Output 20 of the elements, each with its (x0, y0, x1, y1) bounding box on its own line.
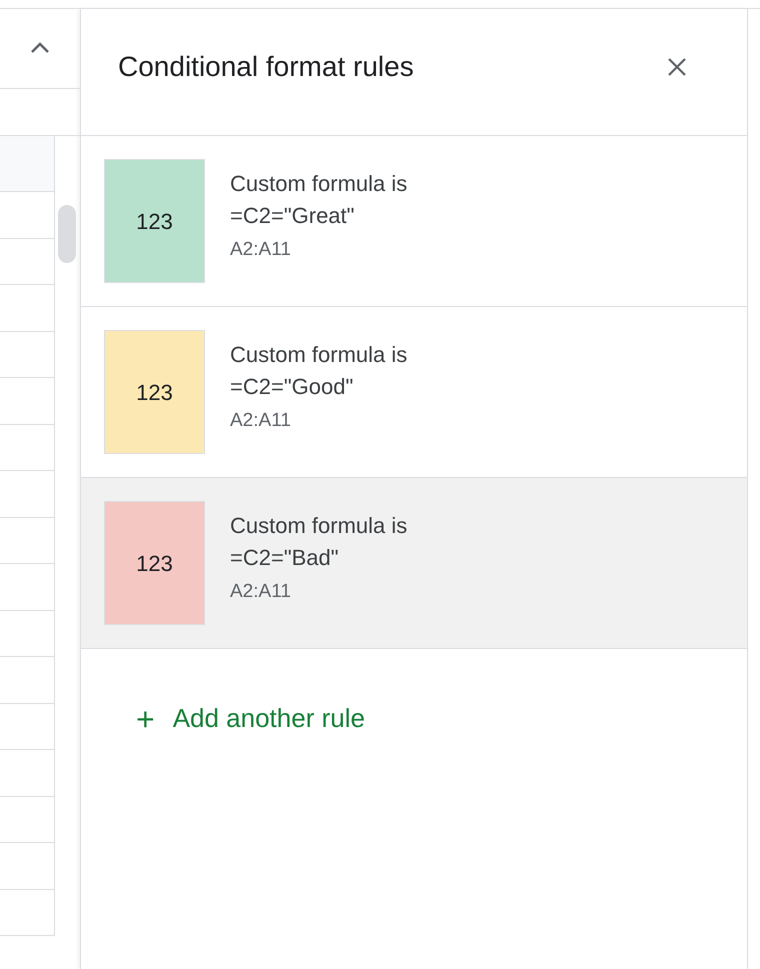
rule-condition: Custom formula is (230, 512, 408, 540)
add-rule-button[interactable]: + Add another rule (136, 699, 365, 738)
rule-range: A2:A11 (230, 409, 292, 433)
close-icon[interactable] (667, 57, 687, 77)
rule-condition: Custom formula is (230, 170, 408, 198)
rule-item[interactable]: 123 Custom formula is =C2="Good" A2:A11 (81, 307, 747, 478)
scrollbar-thumb[interactable] (58, 205, 76, 263)
rule-formula: =C2="Bad" (230, 544, 340, 572)
format-preview: 123 (104, 501, 205, 625)
panel-title: Conditional format rules (118, 50, 414, 84)
rule-formula: =C2="Great" (230, 202, 356, 230)
rule-range: A2:A11 (230, 238, 292, 262)
rule-condition: Custom formula is (230, 341, 408, 369)
plus-icon: + (136, 702, 155, 734)
rule-range: A2:A11 (230, 580, 292, 604)
rule-formula: =C2="Good" (230, 373, 354, 401)
rule-item[interactable]: 123 Custom formula is =C2="Bad" A2:A11 (81, 478, 747, 649)
format-preview: 123 (104, 159, 205, 283)
format-preview: 123 (104, 330, 205, 454)
rule-item[interactable]: 123 Custom formula is =C2="Great" A2:A11 (81, 136, 747, 307)
